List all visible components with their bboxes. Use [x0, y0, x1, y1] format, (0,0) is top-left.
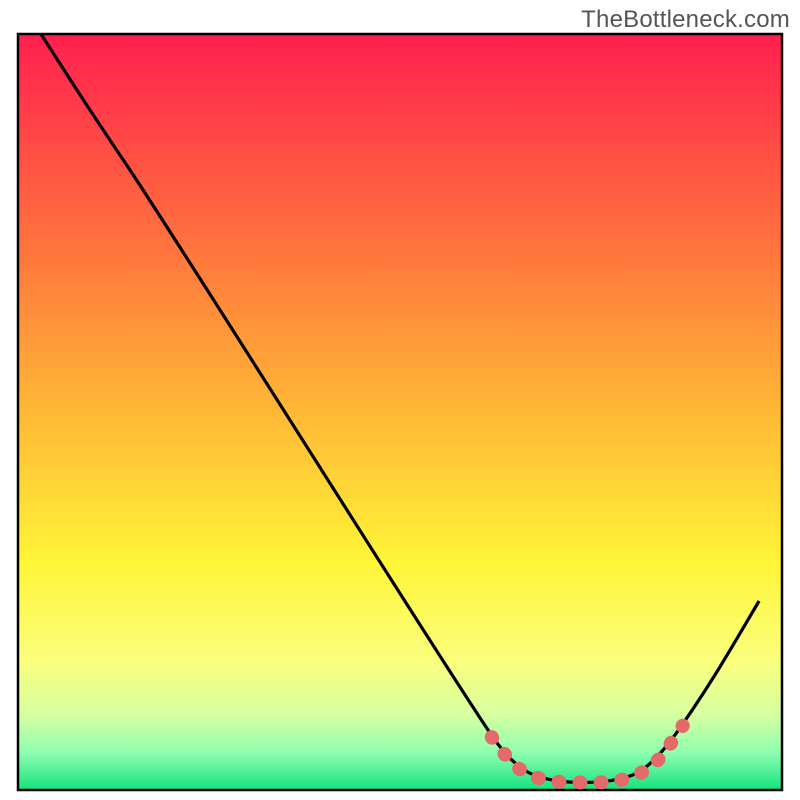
plot-background — [18, 34, 782, 790]
chart-stage: TheBottleneck.com — [0, 0, 800, 800]
bottleneck-chart — [0, 0, 800, 800]
